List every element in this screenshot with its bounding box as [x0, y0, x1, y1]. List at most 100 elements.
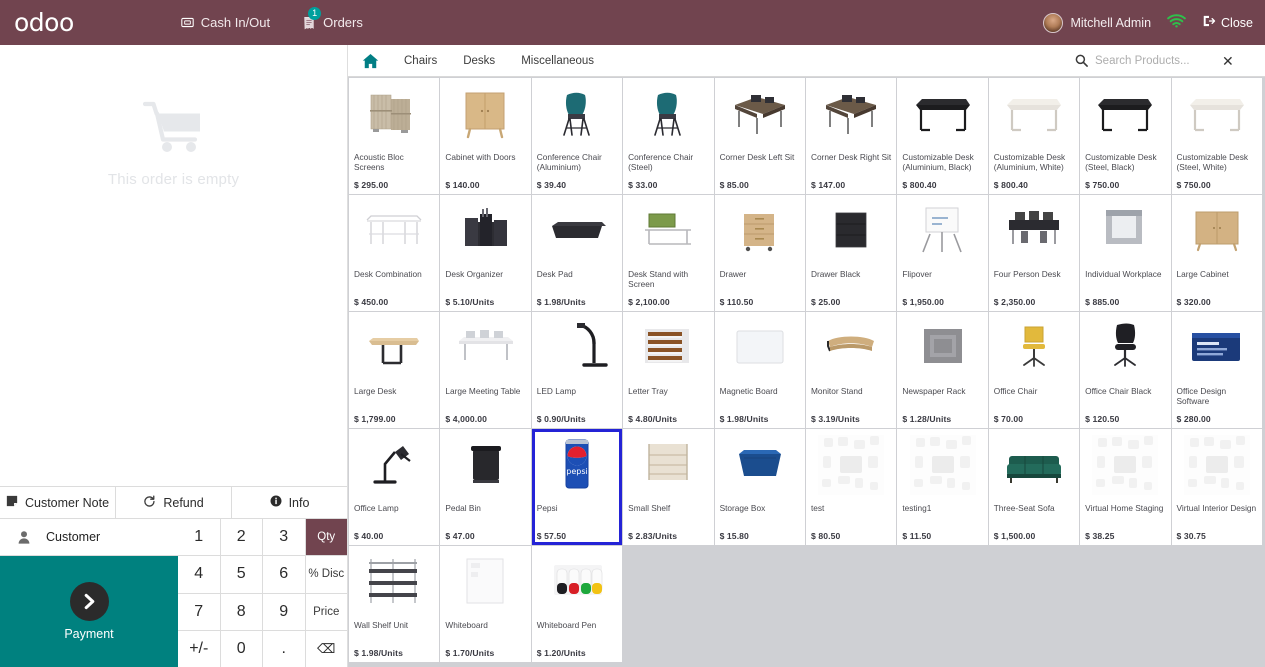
customer-note-button[interactable]: Customer Note	[0, 487, 116, 518]
key-8[interactable]: 8	[220, 593, 262, 630]
product-card[interactable]: Four Person Desk $ 2,350.00	[988, 195, 1080, 311]
product-card[interactable]: Conference Chair (Steel) $ 33.00	[623, 78, 714, 194]
product-card[interactable]: Three-Seat Sofa $ 1,500.00	[988, 429, 1080, 545]
product-card[interactable]: Conference Chair (Aluminium) $ 39.40	[531, 78, 623, 194]
product-grid-scroll[interactable]: Acoustic Bloc Screens $ 295.00 Cabinet wit…	[348, 77, 1265, 667]
product-card[interactable]: Customizable Desk (Steel, Black) $ 750.00	[1080, 78, 1171, 194]
product-name: Pepsi	[536, 503, 558, 513]
close-button[interactable]: Close	[1202, 14, 1253, 31]
key-2[interactable]: 2	[220, 519, 262, 556]
category-list: Chairs Desks Miscellaneous	[391, 50, 607, 72]
product-card[interactable]: Wall Shelf Unit $ 1.98/Units	[349, 546, 440, 662]
product-card[interactable]: Desk Pad $ 1.98/Units	[531, 195, 623, 311]
product-card[interactable]: Large Desk $ 1,799.00	[349, 312, 440, 428]
product-card[interactable]: Whiteboard Pen $ 1.20/Units	[531, 546, 623, 662]
category-chairs[interactable]: Chairs	[391, 50, 450, 72]
product-image	[349, 312, 440, 384]
select-customer-button[interactable]: Customer	[0, 519, 178, 556]
product-card[interactable]: Customizable Desk (Steel, White) $ 750.00	[1171, 78, 1262, 194]
product-image	[531, 78, 623, 150]
product-name: Pedal Bin	[445, 503, 481, 513]
product-card[interactable]: Cabinet with Doors $ 140.00	[440, 78, 531, 194]
key-9[interactable]: 9	[263, 593, 305, 630]
customer-note-label: Customer Note	[24, 495, 110, 510]
product-card[interactable]: Corner Desk Right Sit $ 147.00	[805, 78, 897, 194]
product-price: $ 1.70/Units	[445, 648, 495, 658]
product-card[interactable]: Customizable Desk (Aluminium, White) $ 80…	[988, 78, 1080, 194]
key-plus-minus[interactable]: +/-	[178, 630, 220, 667]
product-image	[440, 312, 531, 384]
refund-icon	[143, 494, 156, 511]
product-card[interactable]: Monitor Stand $ 3.19/Units	[805, 312, 897, 428]
key-4[interactable]: 4	[178, 556, 220, 593]
product-name: testing1	[902, 503, 932, 513]
product-card[interactable]: Customizable Desk (Aluminium, Black) $ 80…	[897, 78, 988, 194]
category-miscellaneous[interactable]: Miscellaneous	[508, 50, 607, 72]
product-card[interactable]: Virtual Interior Design $ 30.75	[1171, 429, 1262, 545]
product-card[interactable]: Storage Box $ 15.80	[714, 429, 805, 545]
odoo-logo[interactable]: odoo	[14, 10, 74, 35]
product-card[interactable]: Office Chair $ 70.00	[988, 312, 1080, 428]
product-name: Office Chair Black	[1085, 386, 1152, 396]
product-card[interactable]: Magnetic Board $ 1.98/Units	[714, 312, 805, 428]
category-desks[interactable]: Desks	[450, 50, 508, 72]
product-card[interactable]: Letter Tray $ 4.80/Units	[623, 312, 714, 428]
product-card[interactable]: Office Lamp $ 40.00	[349, 429, 440, 545]
cash-in-out-button[interactable]: Cash In/Out	[179, 11, 272, 34]
close-icon[interactable]: ✕	[1222, 54, 1234, 68]
product-name: Drawer	[719, 269, 747, 279]
backspace-icon[interactable]: ⌫	[305, 630, 347, 667]
product-card[interactable]: Corner Desk Left Sit $ 85.00	[714, 78, 805, 194]
product-name: Desk Stand with Screen	[628, 269, 689, 290]
product-card[interactable]: Desk Combination $ 450.00	[349, 195, 440, 311]
product-card[interactable]: Newspaper Rack $ 1.28/Units	[897, 312, 988, 428]
product-card[interactable]: pepsi Pepsi $ 57.50	[531, 429, 623, 545]
product-name: Storage Box	[719, 503, 766, 513]
product-card[interactable]: Large Cabinet $ 320.00	[1171, 195, 1262, 311]
product-card[interactable]: Pedal Bin $ 47.00	[440, 429, 531, 545]
product-card[interactable]: Virtual Home Staging $ 38.25	[1080, 429, 1171, 545]
product-price: $ 1.20/Units	[536, 648, 586, 658]
topbar-right-group: Mitchell Admin Close	[1043, 12, 1253, 33]
shopping-cart-icon	[142, 100, 205, 161]
product-card[interactable]: Small Shelf $ 2.83/Units	[623, 429, 714, 545]
key-0[interactable]: 0	[220, 630, 262, 667]
product-card[interactable]: Acoustic Bloc Screens $ 295.00	[349, 78, 440, 194]
key-price[interactable]: Price	[305, 593, 347, 630]
product-card[interactable]: Flipover $ 1,950.00	[897, 195, 988, 311]
top-navigation-bar: odoo Cash In/Out 1 Orders Mitchell Admin	[0, 0, 1265, 45]
product-price: $ 110.50	[719, 297, 754, 307]
product-card[interactable]: Whiteboard $ 1.70/Units	[440, 546, 531, 662]
key-decimal[interactable]: .	[263, 630, 305, 667]
product-card[interactable]: Drawer Black $ 25.00	[805, 195, 897, 311]
close-label: Close	[1221, 15, 1253, 30]
key-discount[interactable]: % Disc	[305, 556, 347, 593]
product-card[interactable]: Office Chair Black $ 120.50	[1080, 312, 1171, 428]
product-image	[805, 195, 897, 267]
user-menu[interactable]: Mitchell Admin	[1043, 12, 1151, 33]
info-button[interactable]: Info	[232, 487, 347, 518]
product-card[interactable]: Office Design Software $ 280.00	[1171, 312, 1262, 428]
payment-button[interactable]: Payment	[0, 556, 178, 667]
home-icon[interactable]	[362, 53, 379, 69]
product-card[interactable]: LED Lamp $ 0.90/Units	[531, 312, 623, 428]
refund-button[interactable]: Refund	[116, 487, 232, 518]
key-qty[interactable]: Qty	[305, 519, 347, 556]
product-card[interactable]: Desk Stand with Screen $ 2,100.00	[623, 195, 714, 311]
product-card[interactable]: Drawer $ 110.50	[714, 195, 805, 311]
orders-button[interactable]: 1 Orders	[300, 7, 365, 34]
product-card[interactable]: Desk Organizer $ 5.10/Units	[440, 195, 531, 311]
order-panel: This order is empty Customer Note Refund	[0, 45, 348, 667]
product-card[interactable]: testing1 $ 11.50	[897, 429, 988, 545]
product-card[interactable]: test $ 80.50	[805, 429, 897, 545]
product-name: Whiteboard	[445, 620, 488, 630]
key-3[interactable]: 3	[263, 519, 305, 556]
product-name: Cabinet with Doors	[445, 152, 516, 162]
product-card[interactable]: Individual Workplace $ 885.00	[1080, 195, 1171, 311]
key-7[interactable]: 7	[178, 593, 220, 630]
key-1[interactable]: 1	[178, 519, 220, 556]
search-input[interactable]	[1095, 54, 1215, 67]
key-6[interactable]: 6	[263, 556, 305, 593]
key-5[interactable]: 5	[220, 556, 262, 593]
product-card[interactable]: Large Meeting Table $ 4,000.00	[440, 312, 531, 428]
